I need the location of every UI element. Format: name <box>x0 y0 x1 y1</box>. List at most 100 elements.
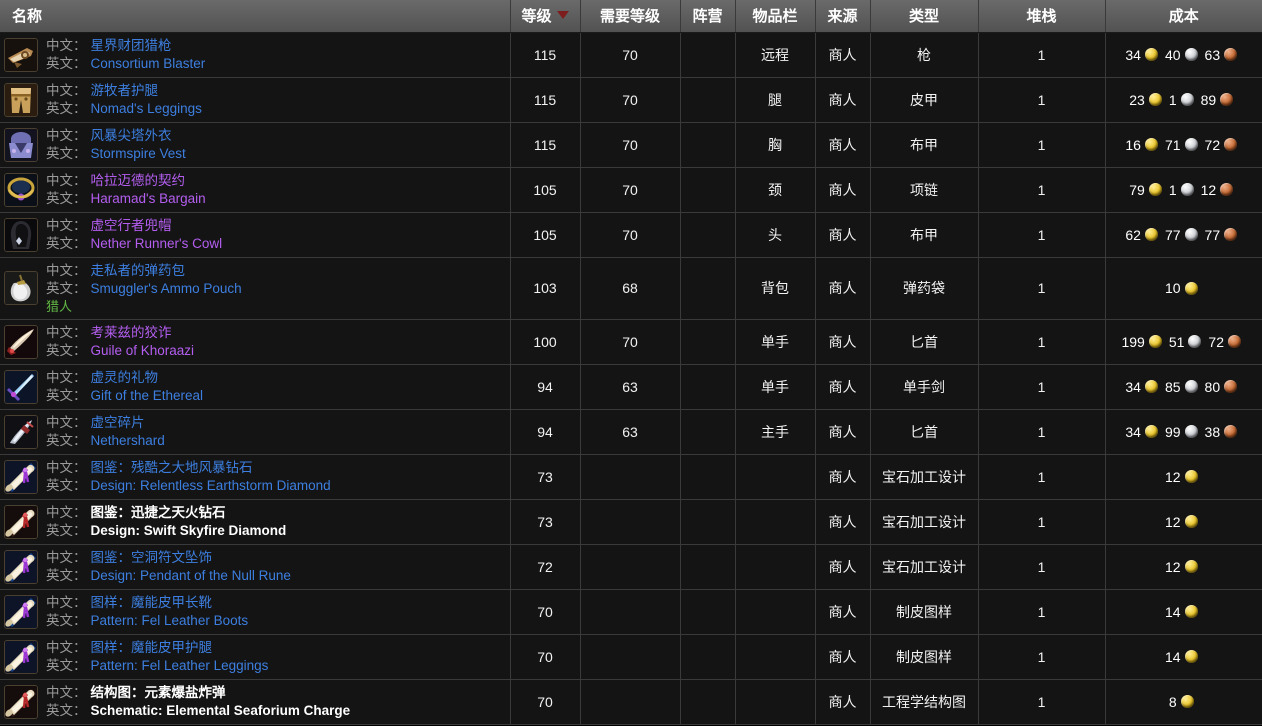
item-name-wrapper: 中文： 图样：魔能皮甲长靴 英文： Pattern: Fel Leather Boot… <box>4 594 510 629</box>
cost-value: 12 <box>1165 514 1203 530</box>
item-link-en[interactable]: Design: Swift Skyfire Diamond <box>91 523 287 538</box>
scroll-purple-icon[interactable] <box>4 549 38 584</box>
cell-required-level: 70 <box>580 319 681 365</box>
table-row[interactable]: 中文： 图样：魔能皮甲护腿 英文： Pattern: Fel Leather Legg… <box>0 634 1262 680</box>
table-row[interactable]: 中文： 考莱兹的狡诈 英文： Guile of Khoraazi 100 70 单手 商人 匕首… <box>0 319 1262 365</box>
item-link-cn[interactable]: 图鉴：残酷之大地风暴钻石 <box>91 460 253 475</box>
item-link-cn[interactable]: 图样：魔能皮甲护腿 <box>91 640 213 655</box>
sort-descending-icon[interactable] <box>556 11 569 20</box>
table-row[interactable]: 中文： 游牧者护腿 英文： Nomad's Leggings 115 70 腿商人 皮甲 1 23… <box>0 77 1262 123</box>
cell-slot <box>735 679 816 725</box>
table-row[interactable]: 中文： 虚空行者兜帽 英文： Nether Runner's Cowl 105 70 头商人… <box>0 212 1262 258</box>
table-row[interactable]: 中文： 哈拉迈德的契约 英文： Haramad's Bargain 105 70 颈商人 项链… <box>0 167 1262 213</box>
item-link-en[interactable]: Haramad's Bargain <box>91 191 206 206</box>
table-row[interactable]: 中文： 图鉴：残酷之大地风暴钻石 英文： Design: Relentless Ear… <box>0 454 1262 500</box>
table-row[interactable]: 中文： 虚灵的礼物 英文： Gift of the Ethereal 94 63 单手 商人单… <box>0 364 1262 410</box>
item-link-cn[interactable]: 虚空行者兜帽 <box>91 218 172 233</box>
gun-icon[interactable] <box>4 37 38 72</box>
silver-coin-icon <box>1184 228 1198 241</box>
column-header-slot[interactable]: 物品栏 <box>735 0 816 33</box>
item-link-en[interactable]: Smuggler's Ammo Pouch <box>91 281 242 296</box>
item-link-cn[interactable]: 图鉴：空洞符文坠饰 <box>91 550 213 565</box>
column-header-stack[interactable]: 堆栈 <box>978 0 1106 33</box>
column-label-level: 等级 <box>521 8 552 26</box>
item-link-cn[interactable]: 考莱兹的狡诈 <box>91 325 172 340</box>
item-link-en[interactable]: Design: Pendant of the Null Rune <box>91 568 291 583</box>
column-header-reqlevel[interactable]: 需要等级 <box>580 0 681 33</box>
table-row[interactable]: 中文： 图鉴：空洞符文坠饰 英文： Design: Pendant of the Nu… <box>0 544 1262 590</box>
column-header-faction[interactable]: 阵营 <box>680 0 736 33</box>
item-link-en[interactable]: Consortium Blaster <box>91 56 206 71</box>
cell-item-name: 中文： 风暴尖塔外衣 英文： Stormspire Vest <box>0 122 511 168</box>
item-name-lines: 中文： 图样：魔能皮甲长靴 英文： Pattern: Fel Leather Boot… <box>46 594 248 629</box>
table-row[interactable]: 中文： 虚空碎片 英文： Nethershard 94 63 主手 商人 匕首 1 34 99 38 <box>0 409 1262 455</box>
item-link-en[interactable]: Guile of Khoraazi <box>91 343 195 358</box>
cost-value: 12 <box>1165 469 1203 485</box>
shard-dagger-icon[interactable] <box>4 414 38 449</box>
gold-coin-icon <box>1184 281 1198 295</box>
gold-coin-icon <box>1184 605 1198 618</box>
cell-faction <box>680 212 736 258</box>
item-link-en[interactable]: Gift of the Ethereal <box>91 388 204 403</box>
item-link-cn[interactable]: 结构图：元素爆盐炸弹 <box>91 685 226 700</box>
dagger-red-icon[interactable] <box>4 324 38 359</box>
scroll-purple-icon[interactable] <box>4 639 38 674</box>
table-row[interactable]: 中文： 风暴尖塔外衣 英文： Stormspire Vest 115 70 胸商人 布甲 1 16… <box>0 122 1262 168</box>
cowl-icon[interactable] <box>4 217 38 252</box>
necklace-icon[interactable] <box>4 172 38 207</box>
silver-coin-icon <box>1184 425 1198 438</box>
cost-value: 34 40 63 <box>1125 47 1242 63</box>
cell-slot <box>735 454 816 500</box>
item-link-en[interactable]: Nethershard <box>91 433 165 448</box>
item-link-cn[interactable]: 虚灵的礼物 <box>91 370 159 385</box>
ammo-pouch-icon[interactable] <box>4 271 38 305</box>
silver-coin-icon <box>1188 335 1202 348</box>
column-header-name[interactable]: 名称 <box>0 0 511 33</box>
scroll-red-icon[interactable] <box>4 504 38 539</box>
item-link-en[interactable]: Nomad's Leggings <box>91 101 202 116</box>
item-link-en[interactable]: Stormspire Vest <box>91 146 186 161</box>
cell-required-level: 70 <box>580 212 681 258</box>
cell-required-level: 70 <box>580 122 681 168</box>
item-link-cn[interactable]: 哈拉迈德的契约 <box>91 173 186 188</box>
item-link-en[interactable]: Nether Runner's Cowl <box>91 236 223 251</box>
item-link-en[interactable]: Pattern: Fel Leather Leggings <box>91 658 269 673</box>
item-link-cn[interactable]: 图样：魔能皮甲长靴 <box>91 595 213 610</box>
table-row[interactable]: 中文： 图样：魔能皮甲长靴 英文： Pattern: Fel Leather Boot… <box>0 589 1262 635</box>
cloth-vest-icon[interactable] <box>4 127 38 162</box>
column-header-source[interactable]: 来源 <box>815 0 871 33</box>
item-link-en[interactable]: Design: Relentless Earthstorm Diamond <box>91 478 331 493</box>
item-link-cn[interactable]: 图鉴：迅捷之天火钻石 <box>91 505 226 520</box>
gold-coin-icon <box>1144 48 1158 61</box>
item-link-en[interactable]: Schematic: Elemental Seaforium Charge <box>91 703 351 718</box>
column-header-level[interactable]: 等级 <box>510 0 581 33</box>
item-link-cn[interactable]: 虚空碎片 <box>91 415 145 430</box>
table-row[interactable]: 中文： 结构图：元素爆盐炸弹 英文： Schematic: Elemental Sea… <box>0 679 1262 725</box>
table-row[interactable]: 中文： 走私者的弹药包 英文： Smuggler's Ammo Pouch 猎人 103 6… <box>0 257 1262 320</box>
cell-cost: 8 <box>1105 679 1262 725</box>
cost-amount-gold: 79 <box>1129 181 1145 198</box>
table-row[interactable]: 中文： 星界财团猎枪 英文： Consortium Blaster 115 70 远程 商人枪… <box>0 32 1262 78</box>
item-name-lines: 中文： 风暴尖塔外衣 英文： Stormspire Vest <box>46 127 186 162</box>
item-link-cn[interactable]: 游牧者护腿 <box>91 83 159 98</box>
scroll-purple-icon[interactable] <box>4 459 38 494</box>
listview-header: 名称 等级 需要等级 阵营 物品栏 来源 类型 堆栈 成本 <box>0 0 1262 33</box>
scroll-purple-icon[interactable] <box>4 594 38 629</box>
scroll-red-icon[interactable] <box>4 684 38 719</box>
item-link-cn[interactable]: 走私者的弹药包 <box>91 263 186 278</box>
column-header-cost[interactable]: 成本 <box>1105 0 1262 33</box>
cell-stack: 1 <box>978 257 1106 320</box>
sword-blue-icon[interactable] <box>4 369 38 404</box>
leather-leggings-icon[interactable] <box>4 82 38 117</box>
cell-stack: 1 <box>978 409 1106 455</box>
item-link-cn[interactable]: 星界财团猎枪 <box>91 38 172 53</box>
label-en: 英文： <box>46 523 87 538</box>
copper-coin-icon <box>1220 93 1234 106</box>
table-row[interactable]: 中文： 图鉴：迅捷之天火钻石 英文： Design: Swift Skyfire Di… <box>0 499 1262 545</box>
cell-required-level <box>580 589 681 635</box>
item-link-cn[interactable]: 风暴尖塔外衣 <box>91 128 172 143</box>
item-link-en[interactable]: Pattern: Fel Leather Boots <box>91 613 249 628</box>
cell-level: 70 <box>510 679 581 725</box>
column-header-type[interactable]: 类型 <box>870 0 979 33</box>
item-name-wrapper: 中文： 图样：魔能皮甲护腿 英文： Pattern: Fel Leather Legg… <box>4 639 510 674</box>
